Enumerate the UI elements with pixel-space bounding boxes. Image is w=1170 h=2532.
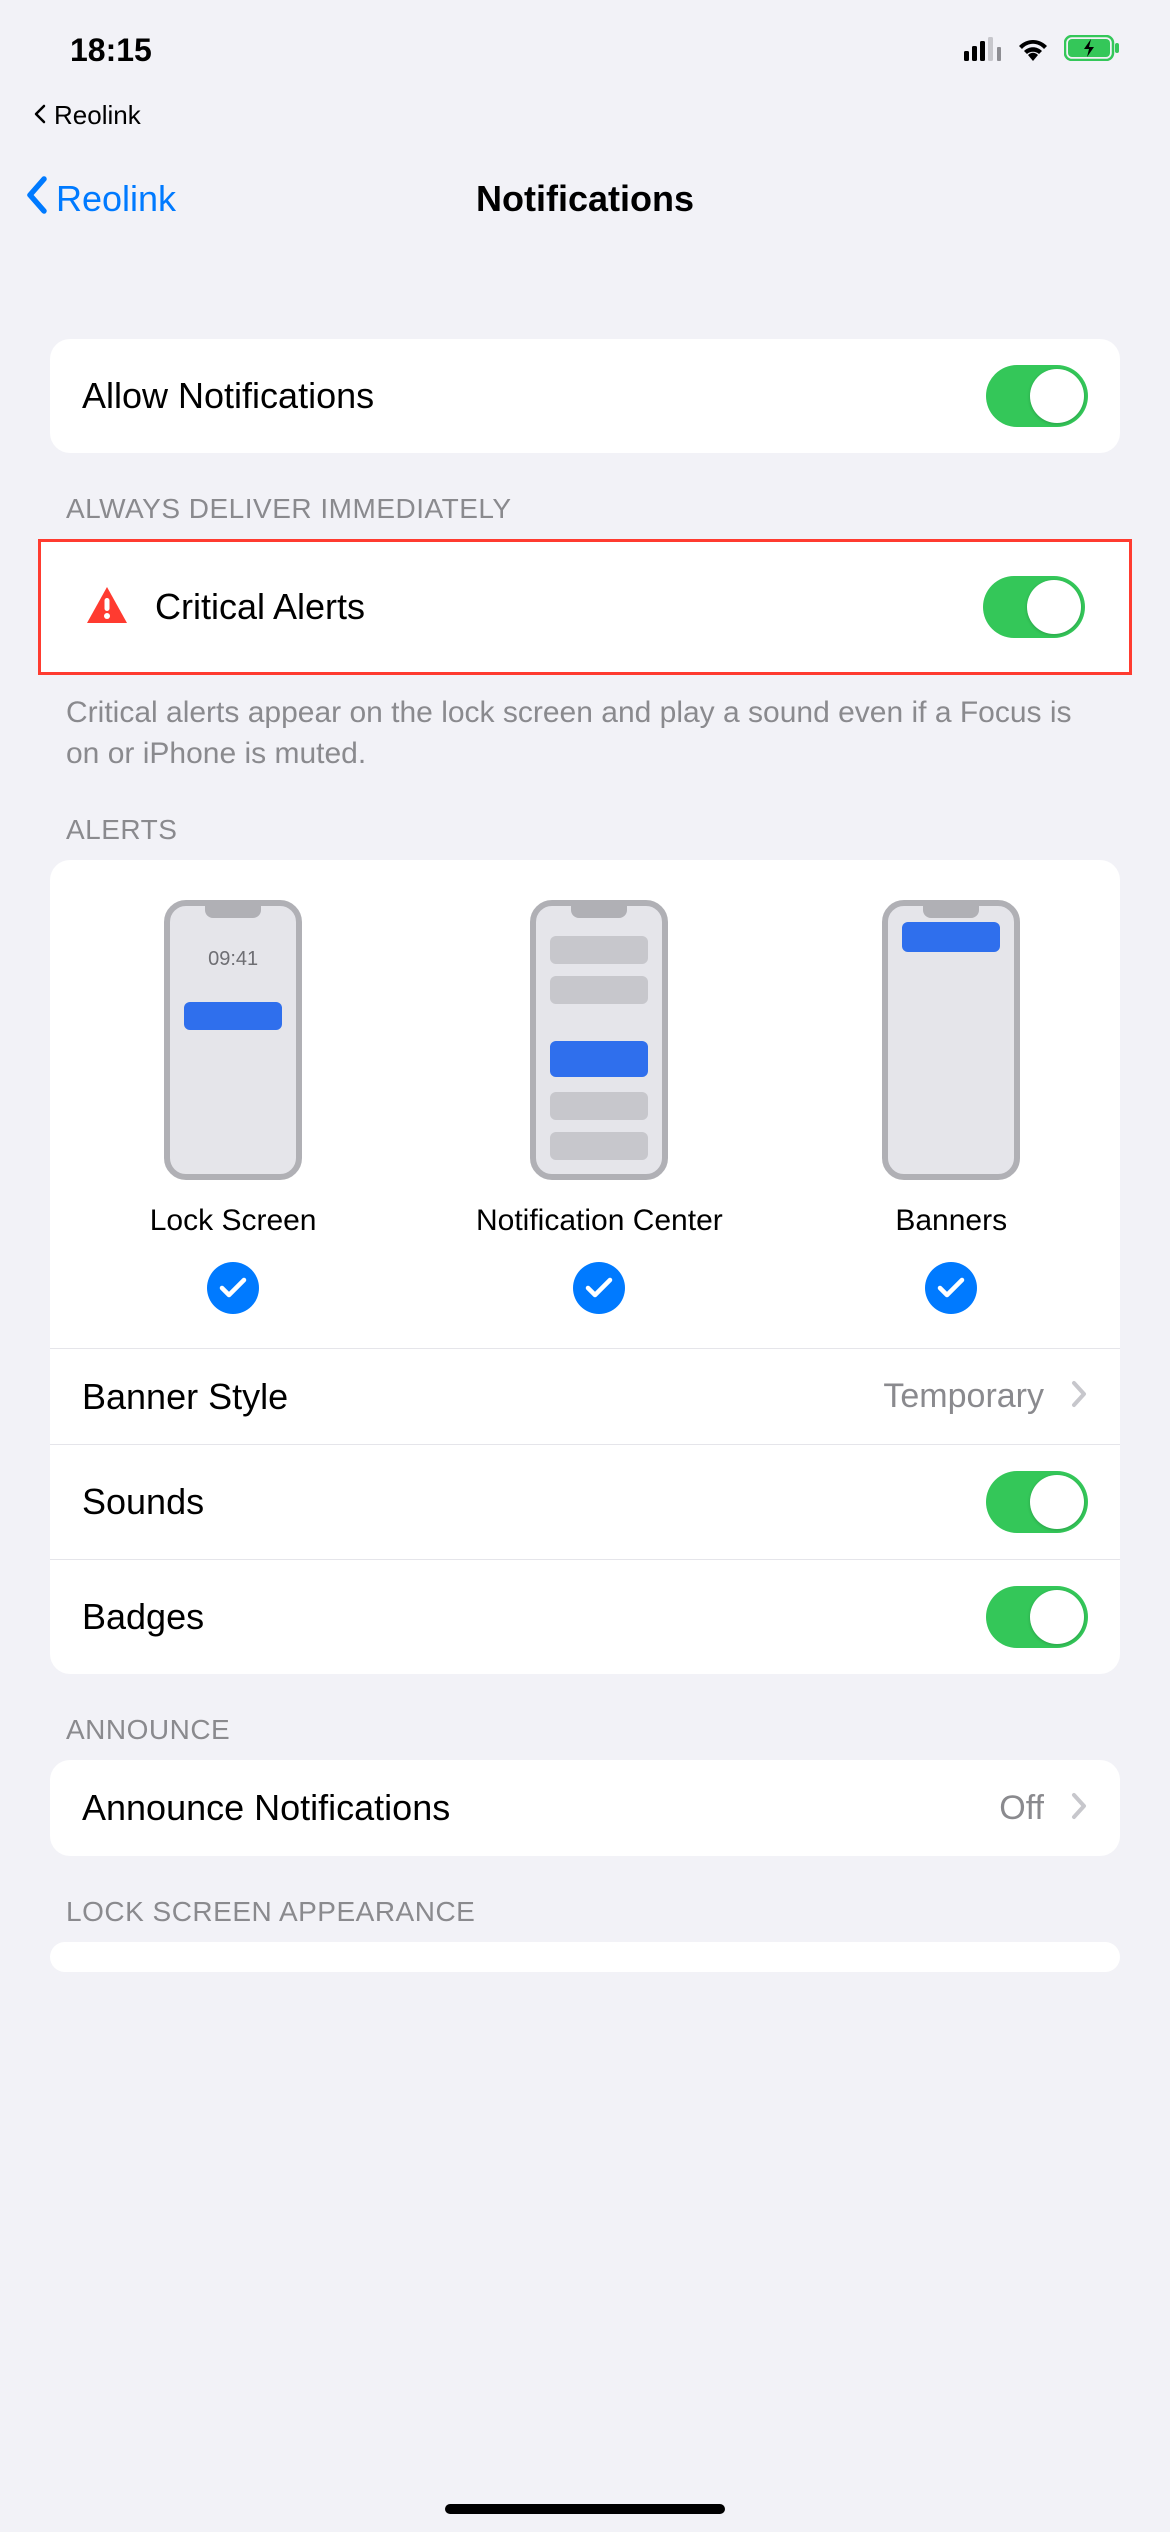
sounds-row[interactable]: Sounds [50, 1444, 1120, 1559]
alert-style-previews: 09:41 Lock Screen Notification Cente [50, 860, 1120, 1348]
banners-preview-icon [882, 900, 1020, 1180]
banner-style-label: Banner Style [82, 1376, 857, 1418]
allow-notifications-card: Allow Notifications [50, 339, 1120, 453]
alerts-card: 09:41 Lock Screen Notification Cente [50, 860, 1120, 1674]
preview-banners[interactable]: Banners [882, 900, 1020, 1314]
status-time: 18:15 [70, 32, 152, 69]
nav-header: Reolink Notifications [0, 139, 1170, 259]
critical-section-header: Always Deliver Immediately [50, 453, 1120, 539]
announce-card: Announce Notifications Off [50, 1760, 1120, 1856]
preview-lock-screen[interactable]: 09:41 Lock Screen [150, 900, 317, 1314]
wifi-icon [1016, 32, 1050, 69]
lock-screen-preview-icon: 09:41 [164, 900, 302, 1180]
preview-banners-label: Banners [895, 1204, 1007, 1238]
appearance-card [50, 1942, 1120, 1972]
announce-section-header: Announce [50, 1674, 1120, 1760]
allow-notifications-row[interactable]: Allow Notifications [50, 339, 1120, 453]
preview-notification-center-check[interactable] [573, 1262, 625, 1314]
banner-style-value: Temporary [883, 1377, 1044, 1416]
status-bar: 18:15 [0, 0, 1170, 100]
allow-notifications-label: Allow Notifications [82, 375, 960, 417]
badges-switch[interactable] [986, 1586, 1088, 1648]
battery-icon [1064, 32, 1120, 69]
back-label: Reolink [56, 178, 176, 220]
sounds-label: Sounds [82, 1481, 960, 1523]
notification-center-preview-icon [530, 900, 668, 1180]
home-indicator[interactable] [445, 2504, 725, 2514]
chevron-left-icon [24, 175, 50, 224]
critical-alerts-row[interactable]: Critical Alerts [53, 542, 1117, 672]
preview-lock-screen-check[interactable] [207, 1262, 259, 1314]
alert-triangle-icon [85, 585, 129, 630]
alerts-section-header: Alerts [50, 774, 1120, 860]
preview-notification-center-label: Notification Center [476, 1204, 723, 1238]
chevron-right-icon [1070, 1791, 1088, 1826]
cellular-icon [964, 32, 1002, 69]
announce-label: Announce Notifications [82, 1787, 973, 1829]
critical-alerts-switch[interactable] [983, 576, 1085, 638]
breadcrumb-app: Reolink [54, 100, 141, 131]
breadcrumb-back-icon [32, 100, 48, 131]
preview-banners-check[interactable] [925, 1262, 977, 1314]
allow-notifications-switch[interactable] [986, 365, 1088, 427]
preview-notification-center[interactable]: Notification Center [476, 900, 723, 1314]
announce-row[interactable]: Announce Notifications Off [50, 1760, 1120, 1856]
banner-style-row[interactable]: Banner Style Temporary [50, 1348, 1120, 1444]
badges-label: Badges [82, 1596, 960, 1638]
back-button[interactable]: Reolink [24, 175, 176, 224]
preview-lock-screen-label: Lock Screen [150, 1204, 317, 1238]
announce-value: Off [999, 1789, 1044, 1828]
breadcrumb[interactable]: Reolink [0, 100, 1170, 139]
chevron-right-icon [1070, 1379, 1088, 1414]
appearance-section-header: Lock Screen Appearance [50, 1856, 1120, 1942]
badges-row[interactable]: Badges [50, 1559, 1120, 1674]
critical-alerts-label: Critical Alerts [155, 586, 957, 628]
sounds-switch[interactable] [986, 1471, 1088, 1533]
critical-alerts-highlight: Critical Alerts [38, 539, 1132, 675]
critical-section-footer: Critical alerts appear on the lock scree… [50, 675, 1120, 774]
status-right [964, 32, 1120, 69]
